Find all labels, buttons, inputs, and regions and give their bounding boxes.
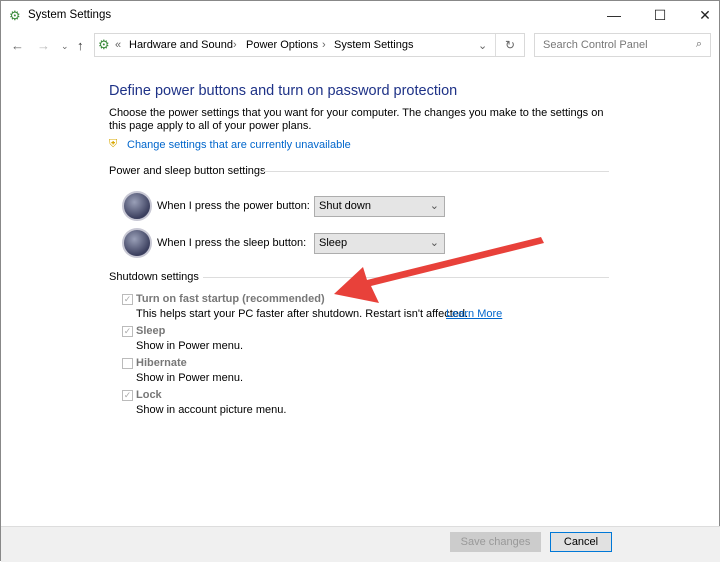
- footer-bar: [1, 526, 720, 562]
- save-changes-button[interactable]: Save changes: [450, 532, 541, 552]
- annotation-arrow: [334, 237, 544, 303]
- cancel-button[interactable]: Cancel: [550, 532, 612, 552]
